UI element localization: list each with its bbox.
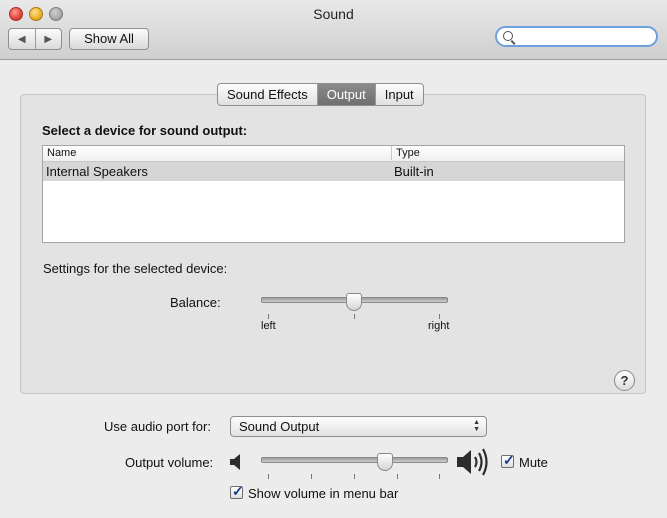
balance-slider-knob[interactable] [345, 293, 362, 311]
checkmark-icon: ✓ [503, 452, 515, 468]
show-volume-menubar-label: Show volume in menu bar [248, 486, 399, 501]
balance-tick-left [268, 314, 269, 319]
mute-checkbox[interactable]: ✓ [501, 452, 515, 468]
audio-port-popup[interactable]: Sound Output ▲ ▼ [230, 416, 487, 437]
table-row[interactable]: Internal Speakers Built-in [43, 162, 624, 181]
balance-right-label: right [428, 320, 450, 332]
settings-label: Settings for the selected device: [43, 261, 228, 276]
device-table[interactable]: Name Type Internal Speakers Built-in [42, 145, 625, 243]
show-volume-menubar-checkbox[interactable]: ✓ [230, 483, 244, 499]
audio-port-label: Use audio port for: [104, 419, 211, 434]
show-all-button[interactable]: Show All [69, 28, 149, 50]
column-header-type[interactable]: Type [391, 146, 420, 160]
table-header: Name Type [43, 146, 624, 162]
volume-tick-3 [354, 474, 355, 479]
speaker-low-icon[interactable] [229, 452, 245, 472]
title-bar: Sound ◀ ▶ Show All [0, 0, 667, 60]
forward-button[interactable]: ▶ [34, 29, 62, 49]
balance-tick-right [439, 314, 440, 319]
volume-tick-1 [268, 474, 269, 479]
forward-arrow-icon: ▶ [44, 33, 53, 45]
volume-tick-5 [439, 474, 440, 479]
volume-slider-track[interactable] [261, 457, 448, 463]
back-button[interactable]: ◀ [9, 29, 35, 49]
speaker-high-icon[interactable] [455, 447, 491, 477]
tab-output[interactable]: Output [316, 84, 375, 105]
window-title: Sound [313, 6, 354, 22]
checkmark-icon: ✓ [232, 483, 244, 499]
volume-tick-2 [311, 474, 312, 479]
back-arrow-icon: ◀ [17, 33, 26, 45]
output-panel [20, 94, 646, 394]
device-type-cell: Built-in [394, 164, 434, 179]
balance-label: Balance: [170, 295, 221, 310]
tab-bar: Sound Effects Output Input [217, 83, 424, 106]
column-header-name[interactable]: Name [47, 147, 76, 159]
output-section-title: Select a device for sound output: [42, 123, 248, 138]
popup-arrows-icon: ▲ ▼ [473, 419, 480, 433]
balance-tick-center [354, 314, 355, 319]
tab-sound-effects[interactable]: Sound Effects [218, 84, 317, 105]
balance-left-label: left [261, 320, 276, 332]
tab-input[interactable]: Input [374, 84, 423, 105]
magnifier-icon [503, 31, 513, 41]
search-input[interactable] [495, 26, 658, 47]
output-volume-label: Output volume: [125, 455, 214, 470]
back-forward-group: ◀ ▶ [8, 28, 62, 50]
help-button[interactable]: ? [614, 370, 635, 391]
mute-label: Mute [519, 455, 548, 470]
audio-port-selected-value: Sound Output [239, 419, 320, 434]
volume-slider-knob[interactable] [376, 453, 393, 471]
volume-tick-4 [397, 474, 398, 479]
device-name-cell: Internal Speakers [46, 164, 148, 179]
